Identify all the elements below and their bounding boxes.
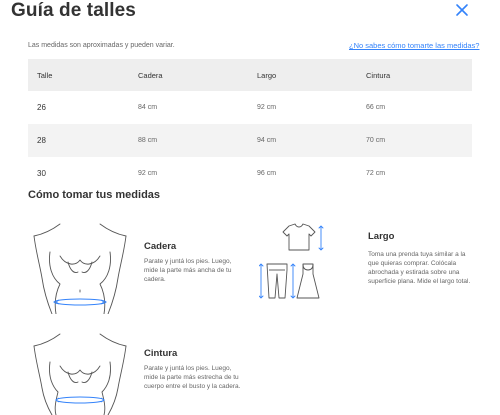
table-row: 26 84 cm 92 cm 66 cm [28,91,472,124]
hip-cell: 84 cm [138,104,158,111]
approximation-note: Las medidas son aproximadas y pueden var… [28,42,175,49]
hip-cell: 92 cm [138,170,158,177]
length-cell: 92 cm [257,104,277,111]
waist-cell: 66 cm [366,104,386,111]
column-header-talle: Talle [37,70,53,80]
table-header-row: Talle Cadera Largo Cintura [28,59,472,91]
card-title-cadera: Cadera [144,241,177,252]
size-cell: 30 [37,169,46,178]
waist-cell: 70 cm [366,137,386,144]
hip-cell: 88 cm [138,137,158,144]
waist-cell: 72 cm [366,170,386,177]
size-table: Talle Cadera Largo Cintura 26 84 cm 92 c… [28,59,472,190]
hip-measure-figure-icon [33,223,127,314]
waist-measure-figure-icon [33,333,127,415]
length-cell: 94 cm [257,137,277,144]
column-header-largo: Largo [257,70,277,80]
column-header-cadera: Cadera [138,70,163,80]
card-description-cadera: Parate y juntá los pies. Luego, mide la … [144,258,232,283]
column-header-cintura: Cintura [366,70,391,80]
page-title: Guía de talles [11,0,136,21]
close-icon[interactable] [454,2,470,18]
how-to-measure-title: Cómo tomar tus medidas [28,189,161,201]
card-description-largo: Toma una prenda tuya similar a la que qu… [368,251,471,285]
card-title-cintura: Cintura [144,348,178,359]
table-row: 30 92 cm 96 cm 72 cm [28,157,472,190]
length-cell: 96 cm [257,170,277,177]
card-description-cintura: Parate y juntá los pies. Luego, mide la … [144,365,241,390]
size-cell: 26 [37,103,46,112]
size-cell: 28 [37,136,46,145]
table-row: 28 88 cm 94 cm 70 cm [28,124,472,157]
garment-length-icon [259,223,324,299]
how-to-measure-link[interactable]: ¿No sabes cómo tomarte las medidas? [349,41,479,50]
card-title-largo: Largo [368,231,395,242]
